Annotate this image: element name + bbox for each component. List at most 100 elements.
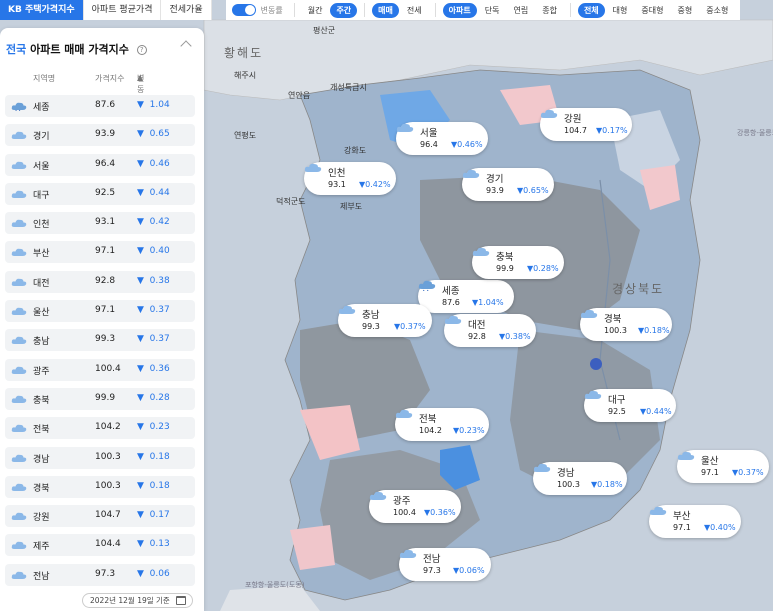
cloud-icon	[11, 190, 27, 198]
date-basis[interactable]: 2022년 12월 19일 기준	[82, 593, 193, 608]
region-name: 대전	[33, 278, 50, 289]
list-item[interactable]: 광주 100.4 ▼ 0.36	[5, 358, 195, 381]
badge-change-value: ▼0.23%	[453, 426, 485, 435]
type-detached-button[interactable]: 단독	[479, 3, 506, 18]
size-mid-large-button[interactable]: 중대형	[635, 3, 669, 18]
region-name: 부산	[33, 249, 50, 260]
list-item[interactable]: 강원 104.7 ▼ 0.17	[5, 505, 195, 528]
type-total-button[interactable]: 종합	[536, 3, 563, 18]
divider	[434, 3, 436, 17]
badge-region-name: 경북	[604, 314, 622, 325]
list-item[interactable]: 경기 93.9 ▼ 0.65	[5, 124, 195, 147]
map-badge-daejeon[interactable]: 대전 92.8 ▼0.38%	[444, 314, 536, 347]
badge-region-name: 경기	[486, 174, 504, 185]
list-item[interactable]: 대구 92.5 ▼ 0.44	[5, 182, 195, 205]
trade-jeonse-button[interactable]: 전세	[401, 3, 428, 18]
index-value: 99.9	[95, 392, 116, 403]
badge-index-value: 100.3	[557, 480, 580, 489]
list-item[interactable]: 부산 97.1 ▼ 0.40	[5, 241, 195, 264]
divider	[364, 3, 366, 17]
list-item[interactable]: 제주 104.4 ▼ 0.13	[5, 534, 195, 557]
map-badge-chungnam[interactable]: 충남 99.3 ▼0.37%	[338, 304, 432, 337]
cloud-icon	[11, 483, 27, 491]
map-badge-gyeongbuk[interactable]: 경북 100.3 ▼0.18%	[580, 308, 672, 341]
badge-index-value: 99.9	[496, 264, 514, 273]
badge-index-value: 87.6	[442, 298, 460, 307]
map-badge-gwangju[interactable]: 광주 100.4 ▼0.36%	[369, 490, 461, 523]
change-value: ▼ 0.37	[137, 334, 170, 345]
index-value: 97.1	[95, 305, 116, 316]
help-icon[interactable]: ?	[136, 45, 147, 55]
trade-sale-button[interactable]: 매매	[372, 2, 399, 18]
size-mid-button[interactable]: 중형	[672, 3, 699, 18]
tab-apartment-avg-price[interactable]: 아파트 평균가격	[84, 0, 162, 20]
index-value: 92.5	[95, 187, 116, 198]
calendar-icon[interactable]	[176, 596, 186, 605]
change-rate-toggle[interactable]	[231, 4, 256, 16]
list-item[interactable]: 울산 97.1 ▼ 0.37	[5, 300, 195, 323]
region-big-label: 경상북도	[612, 282, 665, 296]
cloud-icon	[338, 305, 356, 314]
map-badge-seoul[interactable]: 서울 96.4 ▼0.46%	[396, 122, 488, 155]
size-large-button[interactable]: 대형	[607, 3, 634, 18]
list-item[interactable]: 전남 97.3 ▼ 0.06	[5, 563, 195, 586]
period-weekly-button[interactable]: 주간	[330, 2, 358, 18]
map-badge-jeonbuk[interactable]: 전북 104.2 ▼0.23%	[395, 408, 489, 441]
region-scope-link[interactable]: 전국	[6, 43, 26, 56]
cloud-icon	[444, 315, 462, 324]
change-value: ▼ 0.28	[137, 392, 170, 403]
badge-index-value: 93.9	[486, 186, 504, 195]
index-value: 100.4	[95, 363, 121, 374]
index-value: 104.7	[95, 510, 121, 521]
cloud-icon	[11, 278, 27, 286]
map-badge-ulsan[interactable]: 울산 97.1 ▼0.37%	[677, 450, 769, 483]
map-badge-daegu[interactable]: 대구 92.5 ▼0.44%	[584, 389, 676, 422]
change-value: ▼ 0.23	[137, 422, 170, 433]
list-item[interactable]: 전북 104.2 ▼ 0.23	[5, 417, 195, 440]
list-item[interactable]: 충남 99.3 ▼ 0.37	[5, 329, 195, 352]
badge-region-name: 충북	[496, 252, 514, 263]
tab-jeonse-ratio[interactable]: 전세가율	[161, 0, 212, 20]
region-name: 강원	[33, 513, 50, 524]
badge-change-value: ▼0.06%	[453, 566, 485, 575]
index-value: 92.8	[95, 275, 116, 286]
cloud-icon	[396, 123, 414, 132]
cloud-icon	[11, 454, 27, 462]
tab-kb-housing-index[interactable]: KB 주택가격지수	[0, 0, 84, 20]
type-apartment-button[interactable]: 아파트	[442, 2, 477, 18]
map-badge-chungbuk[interactable]: 충북 99.9 ▼0.28%	[472, 246, 564, 279]
region-name: 충남	[33, 337, 50, 348]
map-badge-gyeonggi[interactable]: 경기 93.9 ▼0.65%	[462, 168, 554, 201]
cloud-icon	[11, 512, 27, 521]
map-badge-incheon[interactable]: 인천 93.1 ▼0.42%	[304, 162, 396, 195]
list-item[interactable]: 경남 100.3 ▼ 0.18	[5, 446, 195, 469]
chevron-up-icon[interactable]	[180, 40, 192, 52]
size-all-button[interactable]: 전체	[577, 2, 605, 18]
list-item[interactable]: 경북 100.3 ▼ 0.18	[5, 475, 195, 498]
type-rowhouse-button[interactable]: 연립	[507, 3, 534, 18]
size-mid-small-button[interactable]: 중소형	[700, 3, 734, 18]
divider	[569, 3, 571, 17]
map-badge-gangwon[interactable]: 강원 104.7 ▼0.17%	[540, 108, 632, 141]
header-change-sort[interactable]: 변동률(%) ▲	[137, 73, 151, 115]
map-badge-gyeongnam[interactable]: 경남 100.3 ▼0.18%	[533, 462, 627, 495]
list-item[interactable]: 충북 99.9 ▼ 0.28	[5, 387, 195, 410]
change-value: ▼ 0.18	[137, 451, 170, 462]
list-item[interactable]: 서울 96.4 ▼ 0.46	[5, 153, 195, 176]
table-header: 지역명 가격지수 변동률(%) ▲	[0, 73, 204, 115]
badge-region-name: 강원	[564, 114, 582, 125]
list-item[interactable]: 인천 93.1 ▼ 0.42	[5, 212, 195, 235]
divider	[293, 3, 295, 17]
index-value: 97.3	[95, 568, 116, 579]
region-name: 세종	[33, 103, 50, 113]
map-badge-busan[interactable]: 부산 97.1 ▼0.40%	[649, 505, 741, 538]
badge-change-value: ▼0.44%	[640, 407, 672, 416]
badge-change-value: ▼0.36%	[424, 508, 456, 517]
badge-index-value: 93.1	[328, 180, 346, 189]
period-monthly-button[interactable]: 월간	[302, 3, 329, 18]
list-item[interactable]: 대전 92.8 ▼ 0.38	[5, 270, 195, 293]
region-name: 전남	[33, 571, 50, 582]
map-badge-jeonnam[interactable]: 전남 97.3 ▼0.06%	[399, 548, 491, 581]
map-badge-sejong[interactable]: 세종 87.6 ▼1.04%	[418, 280, 514, 313]
list-item[interactable]: 세종 87.6 ▼ 1.04	[5, 95, 195, 117]
